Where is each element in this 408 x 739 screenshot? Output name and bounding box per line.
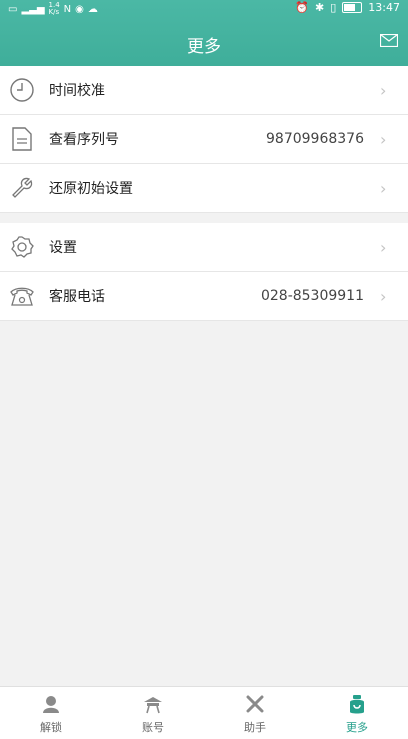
chevron-right-icon: › (380, 286, 387, 306)
list-item-label: 查看序列号 (49, 132, 119, 148)
section-divider (0, 213, 408, 223)
wrench-icon (8, 174, 36, 202)
settings-list: 时间校准 › 查看序列号 98709968376 › 还原初始设置 › 设置 ›… (0, 66, 408, 321)
more-bag-icon (350, 695, 364, 714)
bottom-tab-bar: 解锁 账号 助手 更多 (0, 686, 408, 739)
document-icon (8, 125, 36, 153)
bluetooth-icon: ✱ (315, 1, 325, 14)
status-bar: ▭ ▂▃▅ 1.4 K/s N ◉ ☁ ⏰ ✱ ▯ 13:47 (0, 0, 408, 18)
clock-icon (8, 76, 36, 104)
chevron-right-icon: › (380, 237, 387, 257)
list-item-serial-number[interactable]: 查看序列号 98709968376 › (0, 115, 408, 164)
tab-label: 账号 (142, 721, 164, 734)
list-item-customer-service[interactable]: 客服电话 028-85309911 › (0, 272, 408, 321)
list-item-time-sync[interactable]: 时间校准 › (0, 66, 408, 115)
network-speed: 1.4 K/s (48, 1, 60, 16)
list-item-label: 还原初始设置 (49, 181, 133, 197)
list-item-label: 设置 (49, 240, 77, 256)
status-left: ▭ ▂▃▅ 1.4 K/s N ◉ ☁ (8, 2, 98, 16)
account-icon (144, 697, 162, 714)
signal-icon: ▂▃▅ (21, 3, 45, 15)
list-item-label: 客服电话 (49, 289, 105, 305)
nfc-icon: N (63, 3, 72, 15)
app-header: ▭ ▂▃▅ 1.4 K/s N ◉ ☁ ⏰ ✱ ▯ 13:47 更多 (0, 0, 408, 66)
vibrate-icon: ▯ (330, 1, 337, 14)
gear-icon (8, 233, 36, 261)
serial-number-value: 98709968376 (266, 131, 364, 147)
mail-icon[interactable] (380, 34, 398, 47)
list-item-label: 时间校准 (49, 83, 105, 99)
tab-assistant[interactable]: 助手 (204, 687, 306, 739)
chevron-right-icon: › (380, 129, 387, 149)
tab-unlock[interactable]: 解锁 (0, 687, 102, 739)
shield-icon: ◉ (75, 3, 84, 15)
page-title: 更多 (187, 37, 221, 57)
list-item-settings[interactable]: 设置 › (0, 223, 408, 272)
tools-icon (246, 695, 264, 713)
chevron-right-icon: › (380, 80, 387, 100)
chevron-right-icon: › (380, 178, 387, 198)
clock-time: 13:47 (368, 1, 400, 14)
tab-label: 更多 (346, 721, 368, 734)
list-item-factory-reset[interactable]: 还原初始设置 › (0, 164, 408, 213)
status-right: ⏰ ✱ ▯ 13:47 (295, 1, 400, 14)
hd-icon: ▭ (8, 3, 18, 15)
tab-more[interactable]: 更多 (306, 687, 408, 739)
unlock-icon (43, 696, 59, 713)
battery-icon (342, 2, 363, 13)
cloud-icon: ☁ (87, 3, 98, 15)
customer-service-phone: 028-85309911 (260, 288, 364, 304)
tab-label: 解锁 (40, 721, 62, 734)
tab-label: 助手 (244, 721, 266, 734)
alarm-icon: ⏰ (295, 1, 310, 14)
telephone-icon (8, 282, 36, 310)
tab-account[interactable]: 账号 (102, 687, 204, 739)
